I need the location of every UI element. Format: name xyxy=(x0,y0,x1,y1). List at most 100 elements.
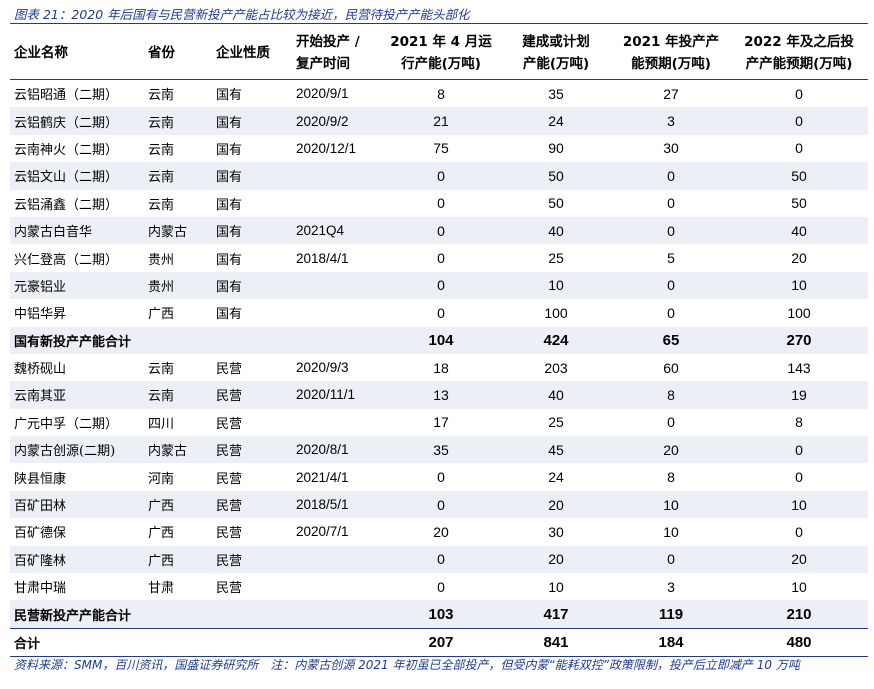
header-start-line1: 开始投产 / xyxy=(296,34,360,50)
cell-2021-expected: 0 xyxy=(612,162,730,190)
cell-nature: 民营 xyxy=(216,581,243,597)
cell-province: 云南 xyxy=(148,88,175,104)
cell-company: 民营新投产产能合计 xyxy=(10,600,144,629)
cell-running-capacity: 207 xyxy=(382,627,500,658)
cell-2022-expected: 10 xyxy=(791,578,807,595)
cell-province: 甘肃 xyxy=(148,581,175,597)
cell-company: 内蒙古创源(二期) xyxy=(10,436,144,464)
cell-company: 合计 xyxy=(10,627,144,658)
cell-province: 贵州 xyxy=(148,252,175,268)
cell-2021-expected: 3 xyxy=(612,107,730,135)
cell-nature: 国有 xyxy=(212,216,292,245)
header-exp2021-line1: 2021 年投产产 xyxy=(622,34,720,50)
cell-built-capacity: 424 xyxy=(500,326,612,354)
cell-company: 百矿田林 xyxy=(10,490,144,519)
cell-start-time xyxy=(292,573,382,600)
subtotal-row: 民营新投产产能合计 103 417 119 210 xyxy=(10,600,868,629)
cell-province: 云南 xyxy=(144,162,212,190)
header-built-line1: 建成或计划 xyxy=(522,34,590,50)
cell-running-capacity: 17 xyxy=(433,414,449,431)
cell-2021-expected: 184 xyxy=(612,627,730,658)
header-company: 企业名称 xyxy=(10,27,144,80)
cell-start-time xyxy=(292,545,382,574)
cell-2021-expected: 8 xyxy=(667,469,675,486)
cell-running-capacity: 0 xyxy=(382,271,500,300)
table-row: 魏桥砚山 云南 民营 2020/9/3 18 203 60 143 xyxy=(10,354,868,381)
cell-start-time: 2020/9/1 xyxy=(296,86,349,102)
cell-built-capacity: 90 xyxy=(548,140,564,157)
cell-start-time: 2021/4/1 xyxy=(296,469,349,485)
cell-nature: 国有 xyxy=(212,162,292,190)
header-2022-expected: 2022 年及之后投 产产能预期(万吨) xyxy=(730,27,868,80)
cell-built-capacity: 24 xyxy=(548,469,564,486)
cell-2021-expected: 10 xyxy=(612,490,730,519)
header-running-capacity: 2021 年 4 月运 行产能(万吨) xyxy=(382,27,500,80)
cell-province xyxy=(144,326,212,354)
cell-2022-expected: 0 xyxy=(730,107,868,135)
cell-built-capacity: 20 xyxy=(500,545,612,574)
cell-built-capacity: 25 xyxy=(548,250,564,267)
table-row: 兴仁登高（二期） 贵州 国有 2018/4/1 0 25 5 20 xyxy=(10,244,868,271)
cell-company: 内蒙古白音华 xyxy=(10,216,144,245)
cell-2022-expected: 143 xyxy=(787,359,811,376)
cell-province: 云南 xyxy=(144,107,212,135)
cell-2022-expected: 270 xyxy=(730,326,868,354)
cell-2022-expected: 0 xyxy=(795,523,803,540)
table-row: 云南其亚 云南 民营 2020/11/1 13 40 8 19 xyxy=(10,381,868,409)
table-row: 云铝文山（二期） 云南 国有 0 50 0 50 xyxy=(10,162,868,190)
header-start-line2: 复产时间 xyxy=(296,56,350,72)
cell-2021-expected: 0 xyxy=(667,195,675,212)
cell-2022-expected: 210 xyxy=(730,600,868,629)
cell-start-time: 2020/8/1 xyxy=(292,436,382,464)
cell-start-time: 2020/11/1 xyxy=(292,381,382,409)
cell-company: 百矿隆林 xyxy=(10,545,144,574)
capacity-table: 企业名称 省份 企业性质 开始投产 / 复产时间 2021 年 4 月运 行产能… xyxy=(10,27,868,658)
cell-2022-expected: 40 xyxy=(730,216,868,245)
cell-2022-expected: 10 xyxy=(730,271,868,300)
cell-2021-expected: 27 xyxy=(663,85,679,102)
cell-start-time xyxy=(292,299,382,326)
cell-nature xyxy=(212,326,292,354)
cell-start-time: 2020/9/2 xyxy=(292,107,382,135)
cell-nature: 国有 xyxy=(216,307,243,323)
table-row: 云铝昭通（二期） 云南 国有 2020/9/1 8 35 27 0 xyxy=(10,80,868,108)
cell-start-time xyxy=(292,600,382,629)
cell-company: 甘肃中瑞 xyxy=(14,581,67,597)
header-province: 省份 xyxy=(144,27,212,80)
cell-built-capacity: 841 xyxy=(500,627,612,658)
cell-province: 内蒙古 xyxy=(144,436,212,464)
cell-start-time xyxy=(292,326,382,354)
table-row: 甘肃中瑞 甘肃 民营 0 10 3 10 xyxy=(10,573,868,600)
table-row: 云铝涌鑫（二期） 云南 国有 0 50 0 50 xyxy=(10,190,868,217)
cell-start-time xyxy=(292,271,382,300)
cell-2022-expected: 0 xyxy=(795,469,803,486)
cell-start-time: 2018/5/1 xyxy=(292,490,382,519)
cell-2021-expected: 8 xyxy=(612,381,730,409)
cell-nature: 民营 xyxy=(216,362,243,378)
cell-running-capacity: 0 xyxy=(382,490,500,519)
cell-province: 广西 xyxy=(148,307,175,323)
cell-nature: 民营 xyxy=(212,381,292,409)
cell-built-capacity: 50 xyxy=(548,195,564,212)
cell-start-time xyxy=(292,162,382,190)
cell-built-capacity: 10 xyxy=(500,271,612,300)
cell-start-time xyxy=(292,409,382,436)
table-header-row: 企业名称 省份 企业性质 开始投产 / 复产时间 2021 年 4 月运 行产能… xyxy=(10,27,868,80)
cell-2022-expected: 10 xyxy=(730,490,868,519)
cell-2022-expected: 50 xyxy=(730,162,868,190)
cell-nature: 民营 xyxy=(212,490,292,519)
cell-2021-expected: 0 xyxy=(612,545,730,574)
cell-province: 河南 xyxy=(148,471,175,487)
cell-start-time: 2020/9/3 xyxy=(296,360,349,376)
cell-company: 魏桥砚山 xyxy=(14,362,67,378)
cell-company: 云南神火（二期） xyxy=(14,142,119,158)
cell-running-capacity: 0 xyxy=(382,162,500,190)
cell-province: 云南 xyxy=(148,142,175,158)
table-row: 广元中孚（二期） 四川 民营 17 25 0 8 xyxy=(10,409,868,436)
cell-start-time: 2020/7/1 xyxy=(296,524,349,540)
cell-built-capacity: 45 xyxy=(500,436,612,464)
cell-running-capacity: 0 xyxy=(437,195,445,212)
cell-nature xyxy=(212,627,292,658)
cell-company: 广元中孚（二期） xyxy=(14,416,119,432)
cell-company: 云铝昭通（二期） xyxy=(14,88,119,104)
